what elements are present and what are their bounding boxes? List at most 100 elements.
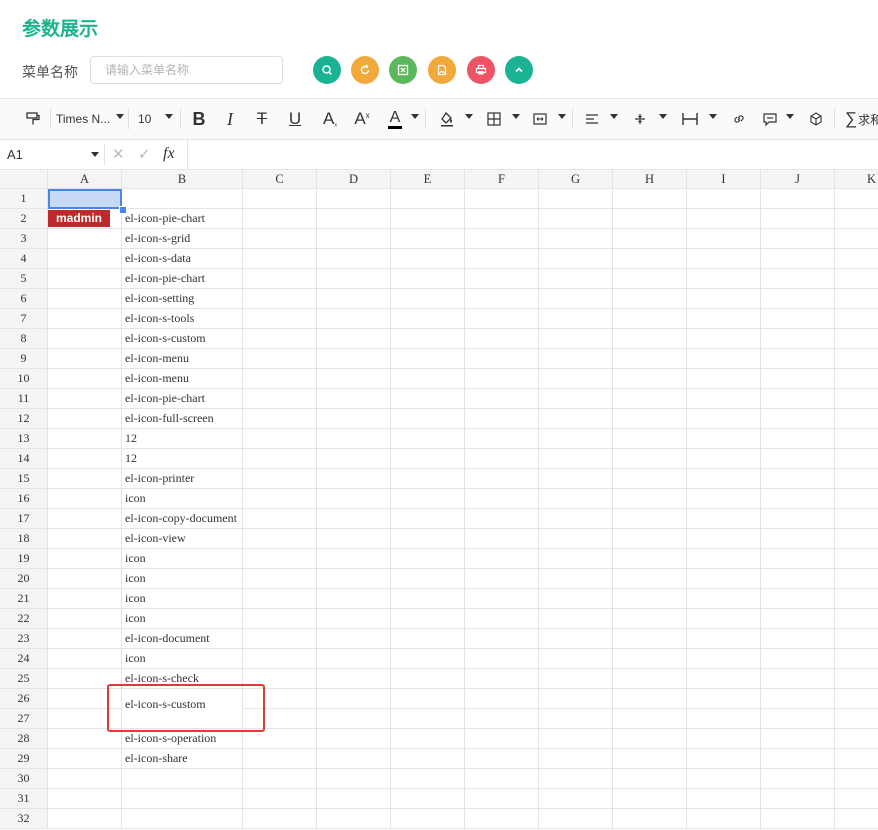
cell-e18[interactable] (391, 529, 465, 549)
cell-b6[interactable]: el-icon-setting (122, 289, 243, 309)
cell-j25[interactable] (761, 669, 835, 689)
cell-g28[interactable] (539, 729, 613, 749)
cell-j18[interactable] (761, 529, 835, 549)
row-header[interactable]: 19 (0, 549, 48, 569)
cell-k12[interactable] (835, 409, 878, 429)
cell-h15[interactable] (613, 469, 687, 489)
cell-d27[interactable] (317, 709, 391, 729)
cell-h5[interactable] (613, 269, 687, 289)
cell-g22[interactable] (539, 609, 613, 629)
cell-e31[interactable] (391, 789, 465, 809)
cell-g11[interactable] (539, 389, 613, 409)
cell-g9[interactable] (539, 349, 613, 369)
column-header-h[interactable]: H (613, 170, 687, 189)
cell-e28[interactable] (391, 729, 465, 749)
bold-icon[interactable]: B (189, 99, 209, 139)
strikethrough-icon[interactable]: T (252, 99, 272, 139)
row-header[interactable]: 25 (0, 669, 48, 689)
cell-c9[interactable] (243, 349, 317, 369)
cell-g24[interactable] (539, 649, 613, 669)
cell-c10[interactable] (243, 369, 317, 389)
cell-a12[interactable] (48, 409, 122, 429)
cell-g6[interactable] (539, 289, 613, 309)
cell-a10[interactable] (48, 369, 122, 389)
cell-g29[interactable] (539, 749, 613, 769)
cell-b22[interactable]: icon (122, 609, 243, 629)
cell-c23[interactable] (243, 629, 317, 649)
cell-d25[interactable] (317, 669, 391, 689)
cell-g23[interactable] (539, 629, 613, 649)
cell-b24[interactable]: icon (122, 649, 243, 669)
cell-j4[interactable] (761, 249, 835, 269)
row-header[interactable]: 14 (0, 449, 48, 469)
font-family-caret-icon[interactable] (116, 114, 124, 119)
cell-d19[interactable] (317, 549, 391, 569)
comment-icon[interactable] (760, 99, 780, 139)
font-size-select[interactable]: 10 (138, 99, 154, 139)
cell-h25[interactable] (613, 669, 687, 689)
fill-color-caret-icon[interactable] (465, 114, 473, 119)
cell-c6[interactable] (243, 289, 317, 309)
cell-j5[interactable] (761, 269, 835, 289)
collapse-button[interactable] (505, 56, 533, 84)
cell-g32[interactable] (539, 809, 613, 829)
cell-e19[interactable] (391, 549, 465, 569)
cell-e3[interactable] (391, 229, 465, 249)
cell-e8[interactable] (391, 329, 465, 349)
vertical-align-caret-icon[interactable] (659, 114, 667, 119)
cell-c12[interactable] (243, 409, 317, 429)
cell-e26[interactable] (391, 689, 465, 709)
cell-a4[interactable] (48, 249, 122, 269)
cell-d2[interactable] (317, 209, 391, 229)
search-button[interactable] (313, 56, 341, 84)
cell-f5[interactable] (465, 269, 539, 289)
cell-k4[interactable] (835, 249, 878, 269)
cell-d28[interactable] (317, 729, 391, 749)
cell-h9[interactable] (613, 349, 687, 369)
cell-g7[interactable] (539, 309, 613, 329)
cell-j23[interactable] (761, 629, 835, 649)
cell-i19[interactable] (687, 549, 761, 569)
cell-g12[interactable] (539, 409, 613, 429)
cell-e21[interactable] (391, 589, 465, 609)
cell-h18[interactable] (613, 529, 687, 549)
cell-e14[interactable] (391, 449, 465, 469)
cell-h28[interactable] (613, 729, 687, 749)
cell-e12[interactable] (391, 409, 465, 429)
cell-c7[interactable] (243, 309, 317, 329)
cell-h10[interactable] (613, 369, 687, 389)
cell-k2[interactable] (835, 209, 878, 229)
cell-j10[interactable] (761, 369, 835, 389)
row-header[interactable]: 18 (0, 529, 48, 549)
cell-k25[interactable] (835, 669, 878, 689)
cell-b8[interactable]: el-icon-s-custom (122, 329, 243, 349)
column-header-g[interactable]: G (539, 170, 613, 189)
column-header-a[interactable]: A (48, 170, 122, 189)
cell-k14[interactable] (835, 449, 878, 469)
cell-j7[interactable] (761, 309, 835, 329)
cell-i13[interactable] (687, 429, 761, 449)
cell-c2[interactable] (243, 209, 317, 229)
cell-i7[interactable] (687, 309, 761, 329)
cell-g10[interactable] (539, 369, 613, 389)
cell-f14[interactable] (465, 449, 539, 469)
cell-e17[interactable] (391, 509, 465, 529)
cell-i31[interactable] (687, 789, 761, 809)
cell-i26[interactable] (687, 689, 761, 709)
cell-h31[interactable] (613, 789, 687, 809)
cell-i2[interactable] (687, 209, 761, 229)
cell-b15[interactable]: el-icon-printer (122, 469, 243, 489)
cell-a29[interactable] (48, 749, 122, 769)
cell-j15[interactable] (761, 469, 835, 489)
cell-h16[interactable] (613, 489, 687, 509)
cell-a14[interactable] (48, 449, 122, 469)
cell-f21[interactable] (465, 589, 539, 609)
cell-i27[interactable] (687, 709, 761, 729)
cell-b7[interactable]: el-icon-s-tools (122, 309, 243, 329)
cell-g5[interactable] (539, 269, 613, 289)
cell-a3[interactable] (48, 229, 122, 249)
row-header[interactable]: 9 (0, 349, 48, 369)
vertical-align-icon[interactable] (630, 99, 650, 139)
cell-e7[interactable] (391, 309, 465, 329)
cell-e27[interactable] (391, 709, 465, 729)
